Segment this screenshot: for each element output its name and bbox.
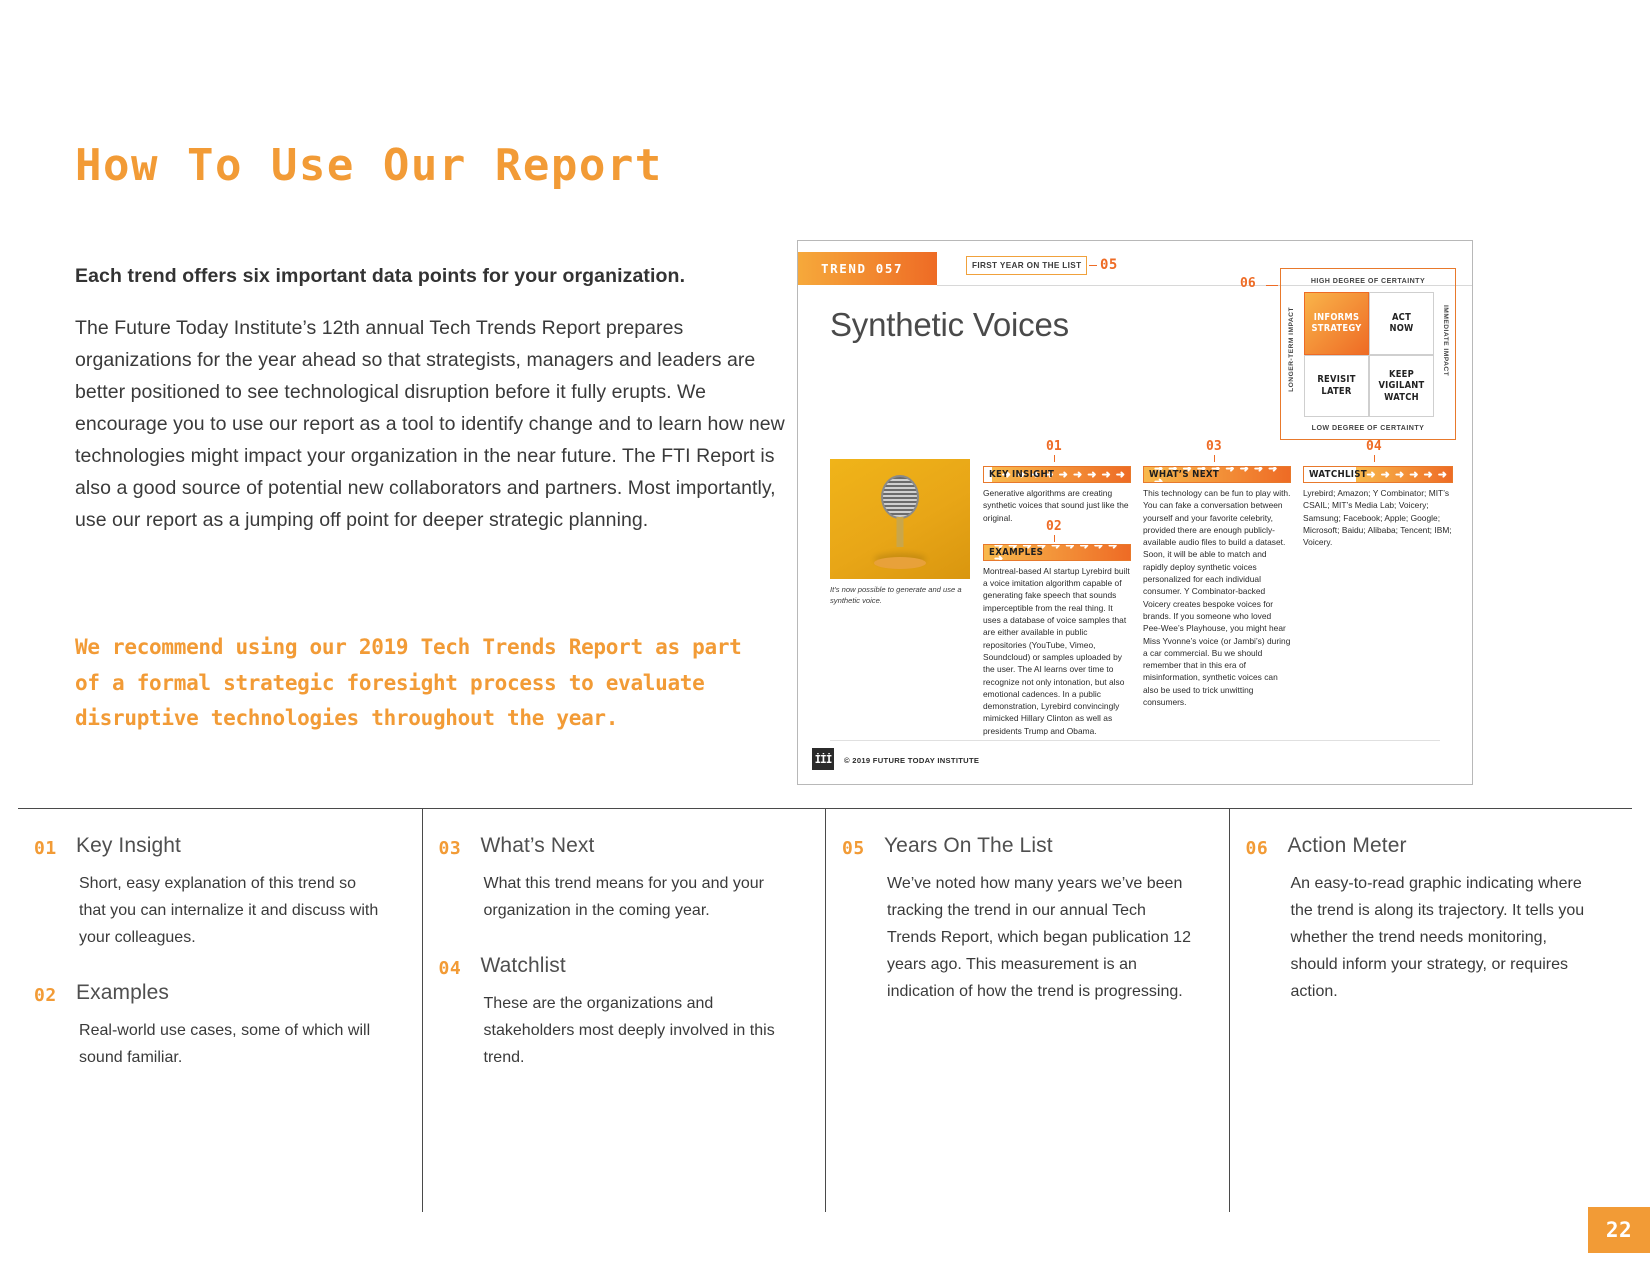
legend-description: An easy-to-read graphic indicating where… bbox=[1290, 875, 1585, 1000]
legend-title: Key Insight bbox=[76, 834, 181, 857]
legend-description: We’ve noted how many years we’ve been tr… bbox=[887, 875, 1192, 1000]
inset-copyright: © 2019 FUTURE TODAY INSTITUTE bbox=[844, 756, 980, 765]
section-body-examples: Montreal-based AI startup Lyrebird built… bbox=[983, 565, 1130, 736]
page-number-badge: 22 bbox=[1588, 1207, 1650, 1253]
section-body-whats-next: This technology can be fun to play with.… bbox=[1143, 488, 1291, 708]
fti-logo-icon: İİİ bbox=[812, 748, 834, 770]
cell-line-1: REVISIT bbox=[1317, 374, 1356, 386]
action-meter-right-label: IMMEDIATE IMPACT bbox=[1442, 305, 1449, 377]
cell-line-2: LATER bbox=[1321, 385, 1352, 397]
first-year-dash-icon bbox=[1089, 265, 1097, 267]
section-number-04: 04 bbox=[1366, 439, 1382, 454]
legend-column-3: 05 Years On The List We’ve noted how man… bbox=[825, 809, 1229, 1212]
cell-line-1: INFORMS bbox=[1313, 311, 1360, 323]
first-year-on-list-box: FIRST YEAR ON THE LIST bbox=[966, 256, 1088, 275]
cell-line-2: VIGILANT bbox=[1378, 380, 1425, 391]
legend-grid: 01 Key Insight Short, easy explanation o… bbox=[18, 809, 1632, 1212]
section-tick-03-icon bbox=[1214, 455, 1216, 462]
microphone-stem bbox=[896, 517, 904, 547]
legend-item-key-insight: 01 Key Insight Short, easy explanation o… bbox=[34, 834, 387, 951]
page-title: How To Use Our Report bbox=[75, 140, 663, 191]
trend-photo bbox=[830, 459, 970, 579]
action-meter-top-label: HIGH DEGREE OF CERTAINTY bbox=[1310, 277, 1426, 285]
legend-number: 01 bbox=[34, 838, 57, 859]
section-heading-text: WHAT’S NEXT bbox=[1149, 469, 1220, 480]
microphone-icon bbox=[881, 475, 919, 519]
legend-column-4: 06 Action Meter An easy-to-read graphic … bbox=[1228, 809, 1633, 1212]
action-meter: HIGH DEGREE OF CERTAINTY LOW DEGREE OF C… bbox=[1280, 268, 1456, 440]
microphone-base bbox=[874, 557, 926, 569]
section-heading-text: WATCHLIST bbox=[1309, 469, 1367, 480]
inset-footer-divider bbox=[830, 740, 1440, 741]
action-meter-cell-act-now: ACT NOW bbox=[1369, 292, 1434, 355]
legend-description: These are the organizations and stakehol… bbox=[483, 995, 775, 1066]
legend-item-examples: 02 Examples Real-world use cases, some o… bbox=[34, 981, 387, 1071]
legend-title: What’s Next bbox=[480, 834, 595, 857]
legend-column-1: 01 Key Insight Short, easy explanation o… bbox=[18, 809, 422, 1212]
legend-item-action-meter: 06 Action Meter An easy-to-read graphic … bbox=[1246, 834, 1598, 1005]
action-meter-cell-revisit-later: REVISIT LATER bbox=[1304, 354, 1369, 417]
legend-number: 02 bbox=[34, 985, 57, 1006]
legend-title: Examples bbox=[76, 981, 170, 1004]
action-meter-callout-dash-icon bbox=[1266, 285, 1278, 287]
cell-line-2: STRATEGY bbox=[1311, 323, 1362, 335]
inset-column-3: 04 WATCHLIST ➜ ➜ ➜ ➜ ➜ ➜ Lyrebird; Amazo… bbox=[1303, 439, 1453, 548]
section-header-watchlist: WATCHLIST ➜ ➜ ➜ ➜ ➜ ➜ bbox=[1303, 466, 1453, 483]
trend-page-preview: TREND 057 FIRST YEAR ON THE LIST 05 Synt… bbox=[797, 240, 1473, 785]
legend-description: Real-world use cases, some of which will… bbox=[79, 1022, 371, 1066]
action-meter-cell-informs-strategy: INFORMS STRATEGY bbox=[1304, 292, 1369, 355]
section-heading-text: EXAMPLES bbox=[989, 546, 1044, 558]
section-tick-01-icon bbox=[1054, 455, 1056, 462]
legend-item-years-on-the-list: 05 Years On The List We’ve noted how man… bbox=[842, 834, 1194, 1005]
legend-title: Years On The List bbox=[884, 834, 1053, 857]
action-meter-left-label: LONGER-TERM IMPACT bbox=[1288, 307, 1295, 392]
legend-title: Action Meter bbox=[1287, 834, 1407, 857]
first-year-on-list-value: 05 bbox=[1100, 257, 1118, 273]
legend-number: 05 bbox=[842, 838, 865, 859]
legend-description: What this trend means for you and your o… bbox=[483, 875, 765, 919]
section-heading-text: KEY INSIGHT bbox=[989, 469, 1055, 480]
section-number-02: 02 bbox=[1046, 518, 1062, 534]
inset-column-1: 01 KEY INSIGHT ➜ ➜ ➜ ➜ ➜ ➜ ➜ ➜ ➜ Generat… bbox=[983, 439, 1131, 737]
arrow-strip-icon: ➜ ➜ ➜ ➜ ➜ ➜ bbox=[1356, 467, 1452, 482]
intro-lead-text: Each trend offers six important data poi… bbox=[75, 265, 686, 287]
section-number-03: 03 bbox=[1206, 439, 1222, 454]
inset-column-2: 03 WHAT’S NEXT ➜ ➜ ➜ ➜ ➜ ➜ ➜ ➜ ➜ ➜ This … bbox=[1143, 439, 1291, 708]
trend-title: Synthetic Voices bbox=[830, 306, 1069, 343]
recommendation-text: We recommend using our 2019 Tech Trends … bbox=[75, 635, 742, 730]
legend-item-whats-next: 03 What’s Next What this trend means for… bbox=[439, 834, 791, 924]
legend-column-2: 03 What’s Next What this trend means for… bbox=[421, 809, 826, 1212]
cell-line-2: NOW bbox=[1389, 323, 1414, 335]
cell-line-3: WATCH bbox=[1384, 391, 1419, 403]
cell-line-1: KEEP bbox=[1388, 368, 1415, 380]
section-tick-02-icon bbox=[1054, 534, 1056, 542]
section-number-01: 01 bbox=[1046, 439, 1062, 454]
legend-item-watchlist: 04 Watchlist These are the organizations… bbox=[439, 954, 791, 1071]
cell-line-1: ACT bbox=[1391, 311, 1412, 323]
legend-number: 03 bbox=[438, 838, 462, 859]
legend-number: 04 bbox=[438, 958, 462, 979]
trend-number-badge: TREND 057 bbox=[798, 252, 937, 285]
legend-number: 06 bbox=[1245, 838, 1269, 859]
inset-subsection-examples: 02 EXAMPLES ➜ ➜ ➜ ➜ ➜ ➜ ➜ ➜ ➜ ➜ Montreal… bbox=[983, 519, 1131, 737]
section-tick-04-icon bbox=[1374, 455, 1376, 462]
action-meter-cell-keep-vigilant-watch: KEEP VIGILANT WATCH bbox=[1369, 354, 1434, 417]
photo-caption: It’s now possible to generate and use a … bbox=[830, 585, 962, 605]
section-header-examples: EXAMPLES ➜ ➜ ➜ ➜ ➜ ➜ ➜ ➜ ➜ ➜ bbox=[983, 543, 1131, 561]
action-meter-bottom-label: LOW DEGREE OF CERTAINTY bbox=[1311, 424, 1425, 432]
intro-body-text: The Future Today Institute’s 12th annual… bbox=[75, 317, 785, 531]
action-meter-callout-number: 06 bbox=[1240, 276, 1256, 291]
legend-title: Watchlist bbox=[480, 954, 566, 977]
first-year-on-list-label: FIRST YEAR ON THE LIST bbox=[972, 261, 1082, 270]
section-header-whats-next: WHAT’S NEXT ➜ ➜ ➜ ➜ ➜ ➜ ➜ ➜ ➜ ➜ bbox=[1143, 466, 1291, 483]
section-body-watchlist: Lyrebird; Amazon; Y Combinator; MIT’s CS… bbox=[1303, 488, 1452, 548]
action-meter-grid: INFORMS STRATEGY ACT NOW REVISIT LATER K… bbox=[1304, 292, 1434, 417]
section-header-key-insight: KEY INSIGHT ➜ ➜ ➜ ➜ ➜ ➜ ➜ ➜ ➜ bbox=[983, 466, 1131, 483]
legend-description: Short, easy explanation of this trend so… bbox=[79, 875, 379, 946]
